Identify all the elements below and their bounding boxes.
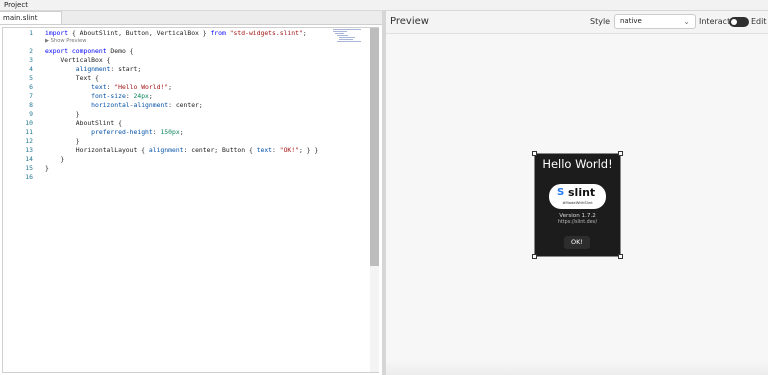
hello-text: Hello World! <box>542 157 613 171</box>
demo-component[interactable]: Hello World! S slint #MadeWithSlint Vers… <box>532 151 623 259</box>
preview-pane: Preview Style native ⌄ Interact Edit Hel… <box>386 11 768 375</box>
code-line[interactable]: 2 export component Demo { <box>3 47 373 56</box>
code-line[interactable]: 12 } <box>3 137 373 146</box>
style-label: Style <box>590 17 611 26</box>
code-editor[interactable]: 1 import { AboutSlint, Button, VerticalBo… <box>2 27 379 373</box>
code-line[interactable]: 6 text: "Hello World!"; <box>3 83 373 92</box>
code-line[interactable]: 15} <box>3 164 373 173</box>
code-line[interactable]: 8 horizontal-alignment: center; <box>3 101 373 110</box>
code-text: font-size: 24px; <box>91 92 153 100</box>
editor-scrollbar-thumb[interactable] <box>370 28 379 266</box>
code-line[interactable]: 11 preferred-height: 150px; <box>3 128 373 137</box>
line-number: 6 <box>29 83 33 91</box>
line-number: 2 <box>29 47 33 55</box>
slint-wordmark: slint <box>568 186 596 199</box>
style-select[interactable]: native ⌄ <box>614 14 696 29</box>
line-number: 14 <box>25 155 33 163</box>
code-line[interactable]: 3 VerticalBox { <box>3 56 373 65</box>
version-text: Version 1.7.2 <box>559 213 596 219</box>
slint-logo-icon: S <box>557 187 565 198</box>
preview-header: Preview Style native ⌄ Interact Edit <box>386 11 768 34</box>
code-text: } <box>45 110 80 118</box>
code-line[interactable]: 7 font-size: 24px; <box>3 92 373 101</box>
code-text: } <box>45 155 65 163</box>
code-text: VerticalBox { <box>45 56 111 64</box>
code-line[interactable]: 16 <box>3 173 373 182</box>
resize-handle-tr[interactable] <box>618 151 623 156</box>
made-with-slint-tag: #MadeWithSlint <box>562 200 593 205</box>
code-line[interactable]: 13 HorizontalLayout { alignment: center;… <box>3 146 373 155</box>
line-number: 4 <box>29 65 33 73</box>
code-text: } <box>45 164 49 172</box>
line-number: 10 <box>25 119 33 127</box>
tab-main-slint[interactable]: main.slint <box>0 11 62 24</box>
line-number: 9 <box>29 110 33 118</box>
ok-button[interactable]: OK! <box>564 236 590 249</box>
editor-tab-bar: main.slint <box>0 11 382 25</box>
preview-title: Preview <box>390 16 429 27</box>
code-line[interactable]: 14 } <box>3 155 373 164</box>
code-line[interactable]: 9 } <box>3 110 373 119</box>
code-text: HorizontalLayout { alignment: center; Bu… <box>45 146 319 154</box>
edit-label[interactable]: Edit <box>751 17 767 26</box>
line-number: 8 <box>29 101 33 109</box>
code-text: Text { <box>45 74 99 82</box>
chevron-down-icon: ⌄ <box>683 17 690 26</box>
line-number: 13 <box>25 146 33 154</box>
menu-bar: Project <box>0 0 768 11</box>
resize-handle-br[interactable] <box>618 254 623 259</box>
code-line[interactable]: 5 Text { <box>3 74 373 83</box>
line-number: 5 <box>29 74 33 82</box>
preview-bottom-bar <box>386 361 768 375</box>
code-text: alignment: start; <box>75 65 142 73</box>
code-text: export component Demo { <box>45 47 134 55</box>
line-number: 11 <box>25 128 33 136</box>
code-text: horizontal-alignment: center; <box>91 101 203 109</box>
editor-scrollbar[interactable] <box>370 28 379 372</box>
code-line[interactable]: 10 AboutSlint { <box>3 119 373 128</box>
resize-handle-bl[interactable] <box>532 254 537 259</box>
style-select-value: native <box>620 17 642 25</box>
menu-project[interactable]: Project <box>4 0 28 10</box>
resize-handle-tl[interactable] <box>532 151 537 156</box>
code-text: preferred-height: 150px; <box>91 128 184 136</box>
editor-pane: main.slint 1 import { AboutSlint, Button,… <box>0 11 382 375</box>
code-line[interactable]: 4 alignment: start; <box>3 65 373 74</box>
slint-url[interactable]: https://slint.dev/ <box>535 220 620 225</box>
line-number: 3 <box>29 56 33 64</box>
preview-canvas: Hello World! S slint #MadeWithSlint Vers… <box>386 34 768 375</box>
line-number: 1 <box>29 29 33 37</box>
show-preview-codelens[interactable]: ▶ Show Preview <box>45 37 86 45</box>
code-text: } <box>45 137 80 145</box>
code-text: text: "Hello World!"; <box>91 83 172 91</box>
interact-toggle[interactable] <box>729 17 749 27</box>
interact-label: Interact <box>699 17 731 26</box>
toggle-knob <box>731 19 737 25</box>
line-number: 12 <box>25 137 33 145</box>
line-number: 16 <box>25 173 33 181</box>
about-slint-badge: S slint #MadeWithSlint <box>549 184 606 209</box>
line-number: 7 <box>29 92 33 100</box>
minimap[interactable] <box>333 29 368 43</box>
code-text: AboutSlint { <box>45 119 122 127</box>
line-number: 15 <box>25 164 33 172</box>
